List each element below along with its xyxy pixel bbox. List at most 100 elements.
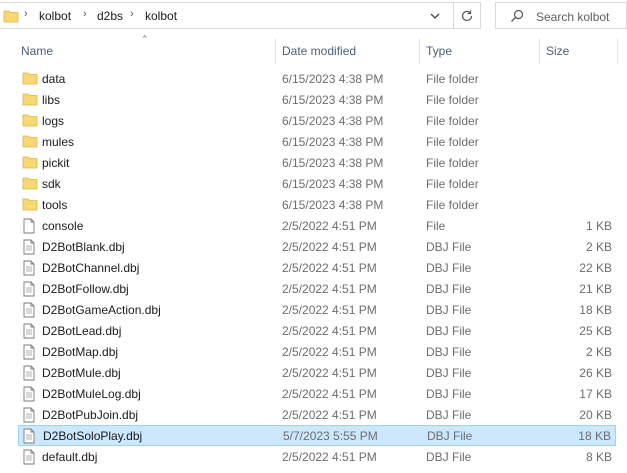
folder-row[interactable]: libs 6/15/2023 4:38 PM File folder xyxy=(18,89,616,110)
file-size: 2 KB xyxy=(585,345,612,359)
file-size: 1 KB xyxy=(585,219,612,233)
file-type: DBJ File xyxy=(427,429,473,443)
document-icon xyxy=(22,428,38,444)
file-type: DBJ File xyxy=(426,261,472,275)
column-size[interactable]: Size xyxy=(546,44,569,58)
file-type: DBJ File xyxy=(426,282,472,296)
file-row[interactable]: default.dbj 2/5/2022 4:51 PM DBJ File 8 KB xyxy=(18,446,616,467)
file-date-modified: 2/5/2022 4:51 PM xyxy=(282,261,377,275)
file-row[interactable]: D2BotGameAction.dbj 2/5/2022 4:51 PM DBJ F… xyxy=(18,299,616,320)
file-size: 2 KB xyxy=(585,240,612,254)
refresh-button[interactable] xyxy=(454,2,481,29)
document-icon xyxy=(22,323,38,339)
column-header: ⌃ Name Date modified Type Size xyxy=(0,34,627,64)
file-date-modified: 2/5/2022 4:51 PM xyxy=(282,219,377,233)
file-type: File folder xyxy=(426,177,479,191)
file-name: mules xyxy=(42,135,75,149)
file-date-modified: 2/5/2022 4:51 PM xyxy=(282,240,377,254)
column-type[interactable]: Type xyxy=(426,44,452,58)
search-box[interactable]: Search kolbot xyxy=(495,2,627,29)
file-date-modified: 6/15/2023 4:38 PM xyxy=(282,177,384,191)
file-date-modified: 5/7/2023 5:55 PM xyxy=(283,429,378,443)
folder-row[interactable]: sdk 6/15/2023 4:38 PM File folder xyxy=(18,173,616,194)
search-input[interactable]: Search kolbot xyxy=(536,10,609,24)
file-type: File folder xyxy=(426,93,479,107)
document-icon xyxy=(22,407,38,423)
file-date-modified: 6/15/2023 4:38 PM xyxy=(282,198,384,212)
folder-row[interactable]: logs 6/15/2023 4:38 PM File folder xyxy=(18,110,616,131)
document-icon xyxy=(22,260,38,276)
file-type: DBJ File xyxy=(426,366,472,380)
file-type: File folder xyxy=(426,135,479,149)
file-name: sdk xyxy=(42,177,61,191)
file-date-modified: 2/5/2022 4:51 PM xyxy=(282,345,377,359)
folder-icon xyxy=(22,92,38,108)
file-date-modified: 2/5/2022 4:51 PM xyxy=(282,366,377,380)
folder-icon xyxy=(22,197,38,213)
file-name: default.dbj xyxy=(42,450,98,464)
file-date-modified: 2/5/2022 4:51 PM xyxy=(282,387,377,401)
folder-icon xyxy=(22,71,38,87)
chevron-down-icon[interactable] xyxy=(428,9,446,25)
folder-row[interactable]: tools 6/15/2023 4:38 PM File folder xyxy=(18,194,616,215)
file-row[interactable]: D2BotPubJoin.dbj 2/5/2022 4:51 PM DBJ File… xyxy=(18,404,616,425)
breadcrumb-kolbot-root[interactable]: kolbot xyxy=(39,9,71,23)
file-name: D2BotFollow.dbj xyxy=(42,282,129,296)
column-divider[interactable] xyxy=(539,38,540,64)
file-name: data xyxy=(42,72,66,86)
file-row[interactable]: D2BotMuleLog.dbj 2/5/2022 4:51 PM DBJ File… xyxy=(18,383,616,404)
file-row[interactable]: D2BotSoloPlay.dbj 5/7/2023 5:55 PM DBJ Fil… xyxy=(18,425,616,446)
address-toolbar: › kolbot › d2bs › kolbot Search kolbot xyxy=(0,0,627,34)
file-type: DBJ File xyxy=(426,450,472,464)
chevron-right-icon[interactable]: › xyxy=(24,8,28,20)
document-icon xyxy=(22,365,38,381)
file-type: File folder xyxy=(426,114,479,128)
file-type: DBJ File xyxy=(426,240,472,254)
file-name: D2BotChannel.dbj xyxy=(42,261,140,275)
file-type: DBJ File xyxy=(426,387,472,401)
file-type: DBJ File xyxy=(426,408,472,422)
breadcrumb-kolbot[interactable]: kolbot xyxy=(145,9,177,23)
folder-icon xyxy=(22,176,38,192)
chevron-right-icon[interactable]: › xyxy=(83,8,87,20)
folder-row[interactable]: mules 6/15/2023 4:38 PM File folder xyxy=(18,131,616,152)
breadcrumb-d2bs[interactable]: d2bs xyxy=(97,9,123,23)
file-name: console xyxy=(42,219,84,233)
folder-row[interactable]: pickit 6/15/2023 4:38 PM File folder xyxy=(18,152,616,173)
file-size: 18 KB xyxy=(579,303,612,317)
file-name: D2BotSoloPlay.dbj xyxy=(43,429,143,443)
column-date-modified[interactable]: Date modified xyxy=(282,44,356,58)
file-row[interactable]: D2BotChannel.dbj 2/5/2022 4:51 PM DBJ File… xyxy=(18,257,616,278)
file-size: 18 KB xyxy=(578,429,611,443)
file-name: logs xyxy=(42,114,65,128)
file-date-modified: 6/15/2023 4:38 PM xyxy=(282,156,384,170)
column-name[interactable]: Name xyxy=(21,44,53,58)
document-icon xyxy=(22,302,38,318)
sort-ascending-icon: ⌃ xyxy=(141,34,149,44)
file-name: D2BotPubJoin.dbj xyxy=(42,408,139,422)
file-row[interactable]: D2BotMap.dbj 2/5/2022 4:51 PM DBJ File 2 KB xyxy=(18,341,616,362)
document-icon xyxy=(22,344,38,360)
file-name: libs xyxy=(42,93,61,107)
file-row[interactable]: D2BotFollow.dbj 2/5/2022 4:51 PM DBJ File 2… xyxy=(18,278,616,299)
address-bar[interactable]: › kolbot › d2bs › kolbot xyxy=(0,2,454,29)
chevron-right-icon[interactable]: › xyxy=(130,8,134,20)
file-name: D2BotLead.dbj xyxy=(42,324,122,338)
column-divider[interactable] xyxy=(419,38,420,64)
file-row[interactable]: console 2/5/2022 4:51 PM File 1 KB xyxy=(18,215,616,236)
file-icon xyxy=(22,218,38,234)
file-row[interactable]: D2BotBlank.dbj 2/5/2022 4:51 PM DBJ File 2 … xyxy=(18,236,616,257)
folder-icon xyxy=(3,9,19,26)
document-icon xyxy=(22,239,38,255)
file-name: D2BotBlank.dbj xyxy=(42,240,125,254)
file-size: 22 KB xyxy=(579,261,612,275)
folder-icon xyxy=(22,113,38,129)
file-row[interactable]: D2BotLead.dbj 2/5/2022 4:51 PM DBJ File 25 … xyxy=(18,320,616,341)
folder-row[interactable]: data 6/15/2023 4:38 PM File folder xyxy=(18,68,616,89)
file-row[interactable]: D2BotMule.dbj 2/5/2022 4:51 PM DBJ File 26 … xyxy=(18,362,616,383)
file-size: 25 KB xyxy=(579,324,612,338)
column-divider[interactable] xyxy=(275,38,276,64)
file-type: DBJ File xyxy=(426,345,472,359)
file-type: File xyxy=(426,219,446,233)
column-divider[interactable] xyxy=(617,38,618,64)
